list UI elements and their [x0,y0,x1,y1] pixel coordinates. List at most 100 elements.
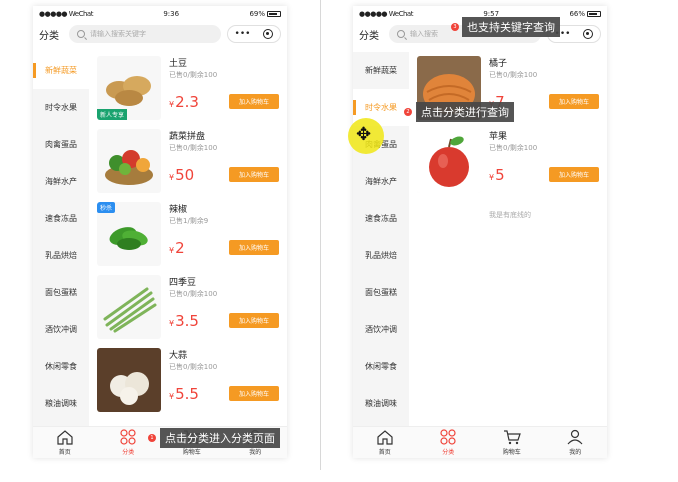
add-to-cart-button[interactable]: 加入购物车 [549,167,599,182]
flash-sale-tag: 秒杀 [97,202,116,213]
tab-label: 分类 [122,449,135,456]
category-item[interactable]: 肉禽蛋品 [33,126,89,163]
product-name: 蔬菜拼盘 [169,132,206,142]
price-value: 3.5 [175,312,199,330]
category-item[interactable]: 面包蛋糕 [33,274,89,311]
category-item[interactable]: 乳品烘焙 [353,237,409,274]
product-card[interactable]: 四季豆 已售0/剩余100 ¥3.5 加入购物车 [93,271,287,344]
product-card[interactable]: 苹果 已售0/剩余100 ¥5 加入购物车 [413,125,607,198]
bottom-tab-bar: 首页 分类 购物车 我的 [353,426,607,458]
product-name: 橘子 [489,59,508,69]
tab-mine[interactable]: 我的 [544,427,608,458]
product-name: 苹果 [489,132,508,142]
category-item[interactable]: 酒饮冲调 [353,311,409,348]
category-item[interactable]: 乳品烘焙 [33,237,89,274]
category-icon [120,429,136,445]
clock: 9:36 [163,10,180,18]
currency-symbol: ¥ [169,392,175,401]
product-stock: 已售0/剩余100 [169,290,218,298]
add-to-cart-button[interactable]: 加入购物车 [229,386,279,401]
product-name: 四季豆 [169,278,197,288]
price-value: 2 [175,239,185,257]
tab-cart[interactable]: 购物车 [480,427,544,458]
home-icon [377,430,393,445]
search-icon [77,30,85,38]
product-price: ¥5.5 [169,385,199,403]
carrier-label: ●●●●● WeChat [39,10,93,18]
page-title: 分类 [39,30,59,42]
category-item[interactable]: 速食冻品 [33,200,89,237]
product-name: 辣椒 [169,205,188,215]
more-menu-button[interactable]: ••• [235,29,251,39]
category-item[interactable]: 海鲜水产 [353,163,409,200]
add-to-cart-button[interactable]: 加入购物车 [229,167,279,182]
battery-percent: 69% [249,10,265,18]
category-item[interactable]: 粮油调味 [353,385,409,422]
add-to-cart-button[interactable]: 加入购物车 [229,94,279,109]
tab-home[interactable]: 首页 [33,427,97,458]
product-list: 新人专享 土豆 已售0/剩余100 ¥2.3 加入购物车 蔬菜拼盘 已售0/剩余… [89,52,287,426]
product-image-garlic [97,348,161,412]
search-input[interactable]: 请输入搜索关键字 [69,25,221,43]
tab-label: 分类 [442,449,455,456]
add-to-cart-button[interactable]: 加入购物车 [229,240,279,255]
tab-home[interactable]: 首页 [353,427,417,458]
product-price: ¥2.3 [169,93,199,111]
tab-category[interactable]: 分类 [97,427,161,458]
home-icon [57,430,73,445]
category-item[interactable]: 新鲜蔬菜 [353,52,409,89]
category-item[interactable]: 酒饮冲调 [33,311,89,348]
category-item[interactable]: 休闲零食 [353,348,409,385]
product-stock: 已售0/剩余100 [169,144,218,152]
panel-divider [320,0,321,470]
left-phone-screen: ●●●●● WeChat 9:36 69% 分类 请输入搜索关键字 ••• 新鲜… [33,6,287,458]
currency-symbol: ¥ [169,100,175,109]
tab-label: 我的 [249,449,262,456]
category-item[interactable]: 时令水果 [33,89,89,126]
price-value: 50 [175,166,195,184]
nav-bar: 分类 请输入搜索关键字 ••• [33,22,287,46]
product-card[interactable]: 大蒜 已售0/剩余100 ¥5.5 加入购物车 [93,344,287,417]
search-placeholder: 输入搜索 [410,30,438,38]
list-end-note: 我是有底线的 [489,211,531,219]
user-icon [567,429,583,445]
annotation-tooltip: 点击分类进行查询 [416,102,514,122]
tab-label: 购物车 [502,449,521,456]
currency-symbol: ¥ [169,246,175,255]
annotation-marker: 3 [451,23,459,31]
category-item[interactable]: 粮油调味 [33,385,89,422]
tab-category[interactable]: 分类 [417,427,481,458]
annotation-marker: 2 [404,108,412,116]
tab-label: 我的 [569,449,582,456]
move-cursor-icon: ✥ [356,124,372,145]
add-to-cart-button[interactable]: 加入购物车 [549,94,599,109]
price-value: 2.3 [175,93,199,111]
close-miniprogram-icon[interactable] [583,29,594,39]
product-card[interactable]: 蔬菜拼盘 已售0/剩余100 ¥50 加入购物车 [93,125,287,198]
product-price: ¥2 [169,239,185,257]
category-item[interactable]: 休闲零食 [33,348,89,385]
product-image-potato: 新人专享 [97,56,161,120]
product-image-veg-platter [97,129,161,193]
search-placeholder: 请输入搜索关键字 [90,30,146,38]
product-stock: 已售0/剩余100 [489,144,538,152]
close-miniprogram-icon[interactable] [263,29,274,39]
category-sidebar: 新鲜蔬菜 时令水果 肉禽蛋品 海鲜水产 速食冻品 乳品烘焙 面包蛋糕 酒饮冲调 … [33,52,89,426]
add-to-cart-button[interactable]: 加入购物车 [229,313,279,328]
category-icon [440,429,456,445]
product-card[interactable]: 秒杀 辣椒 已售1/剩余9 ¥2 加入购物车 [93,198,287,271]
category-item[interactable]: 面包蛋糕 [353,274,409,311]
product-image-green-beans [97,275,161,339]
product-price: ¥5 [489,166,505,184]
price-value: 5.5 [175,385,199,403]
product-name: 土豆 [169,59,188,69]
currency-symbol: ¥ [489,173,495,182]
carrier-label: ●●●●● WeChat [359,10,413,18]
category-item[interactable]: 海鲜水产 [33,163,89,200]
product-name: 大蒜 [169,351,188,361]
battery-icon [587,11,601,17]
category-item[interactable]: 新鲜蔬菜 [33,52,89,89]
battery: 66% [569,10,601,18]
product-card[interactable]: 新人专享 土豆 已售0/剩余100 ¥2.3 加入购物车 [93,52,287,125]
category-item[interactable]: 速食冻品 [353,200,409,237]
